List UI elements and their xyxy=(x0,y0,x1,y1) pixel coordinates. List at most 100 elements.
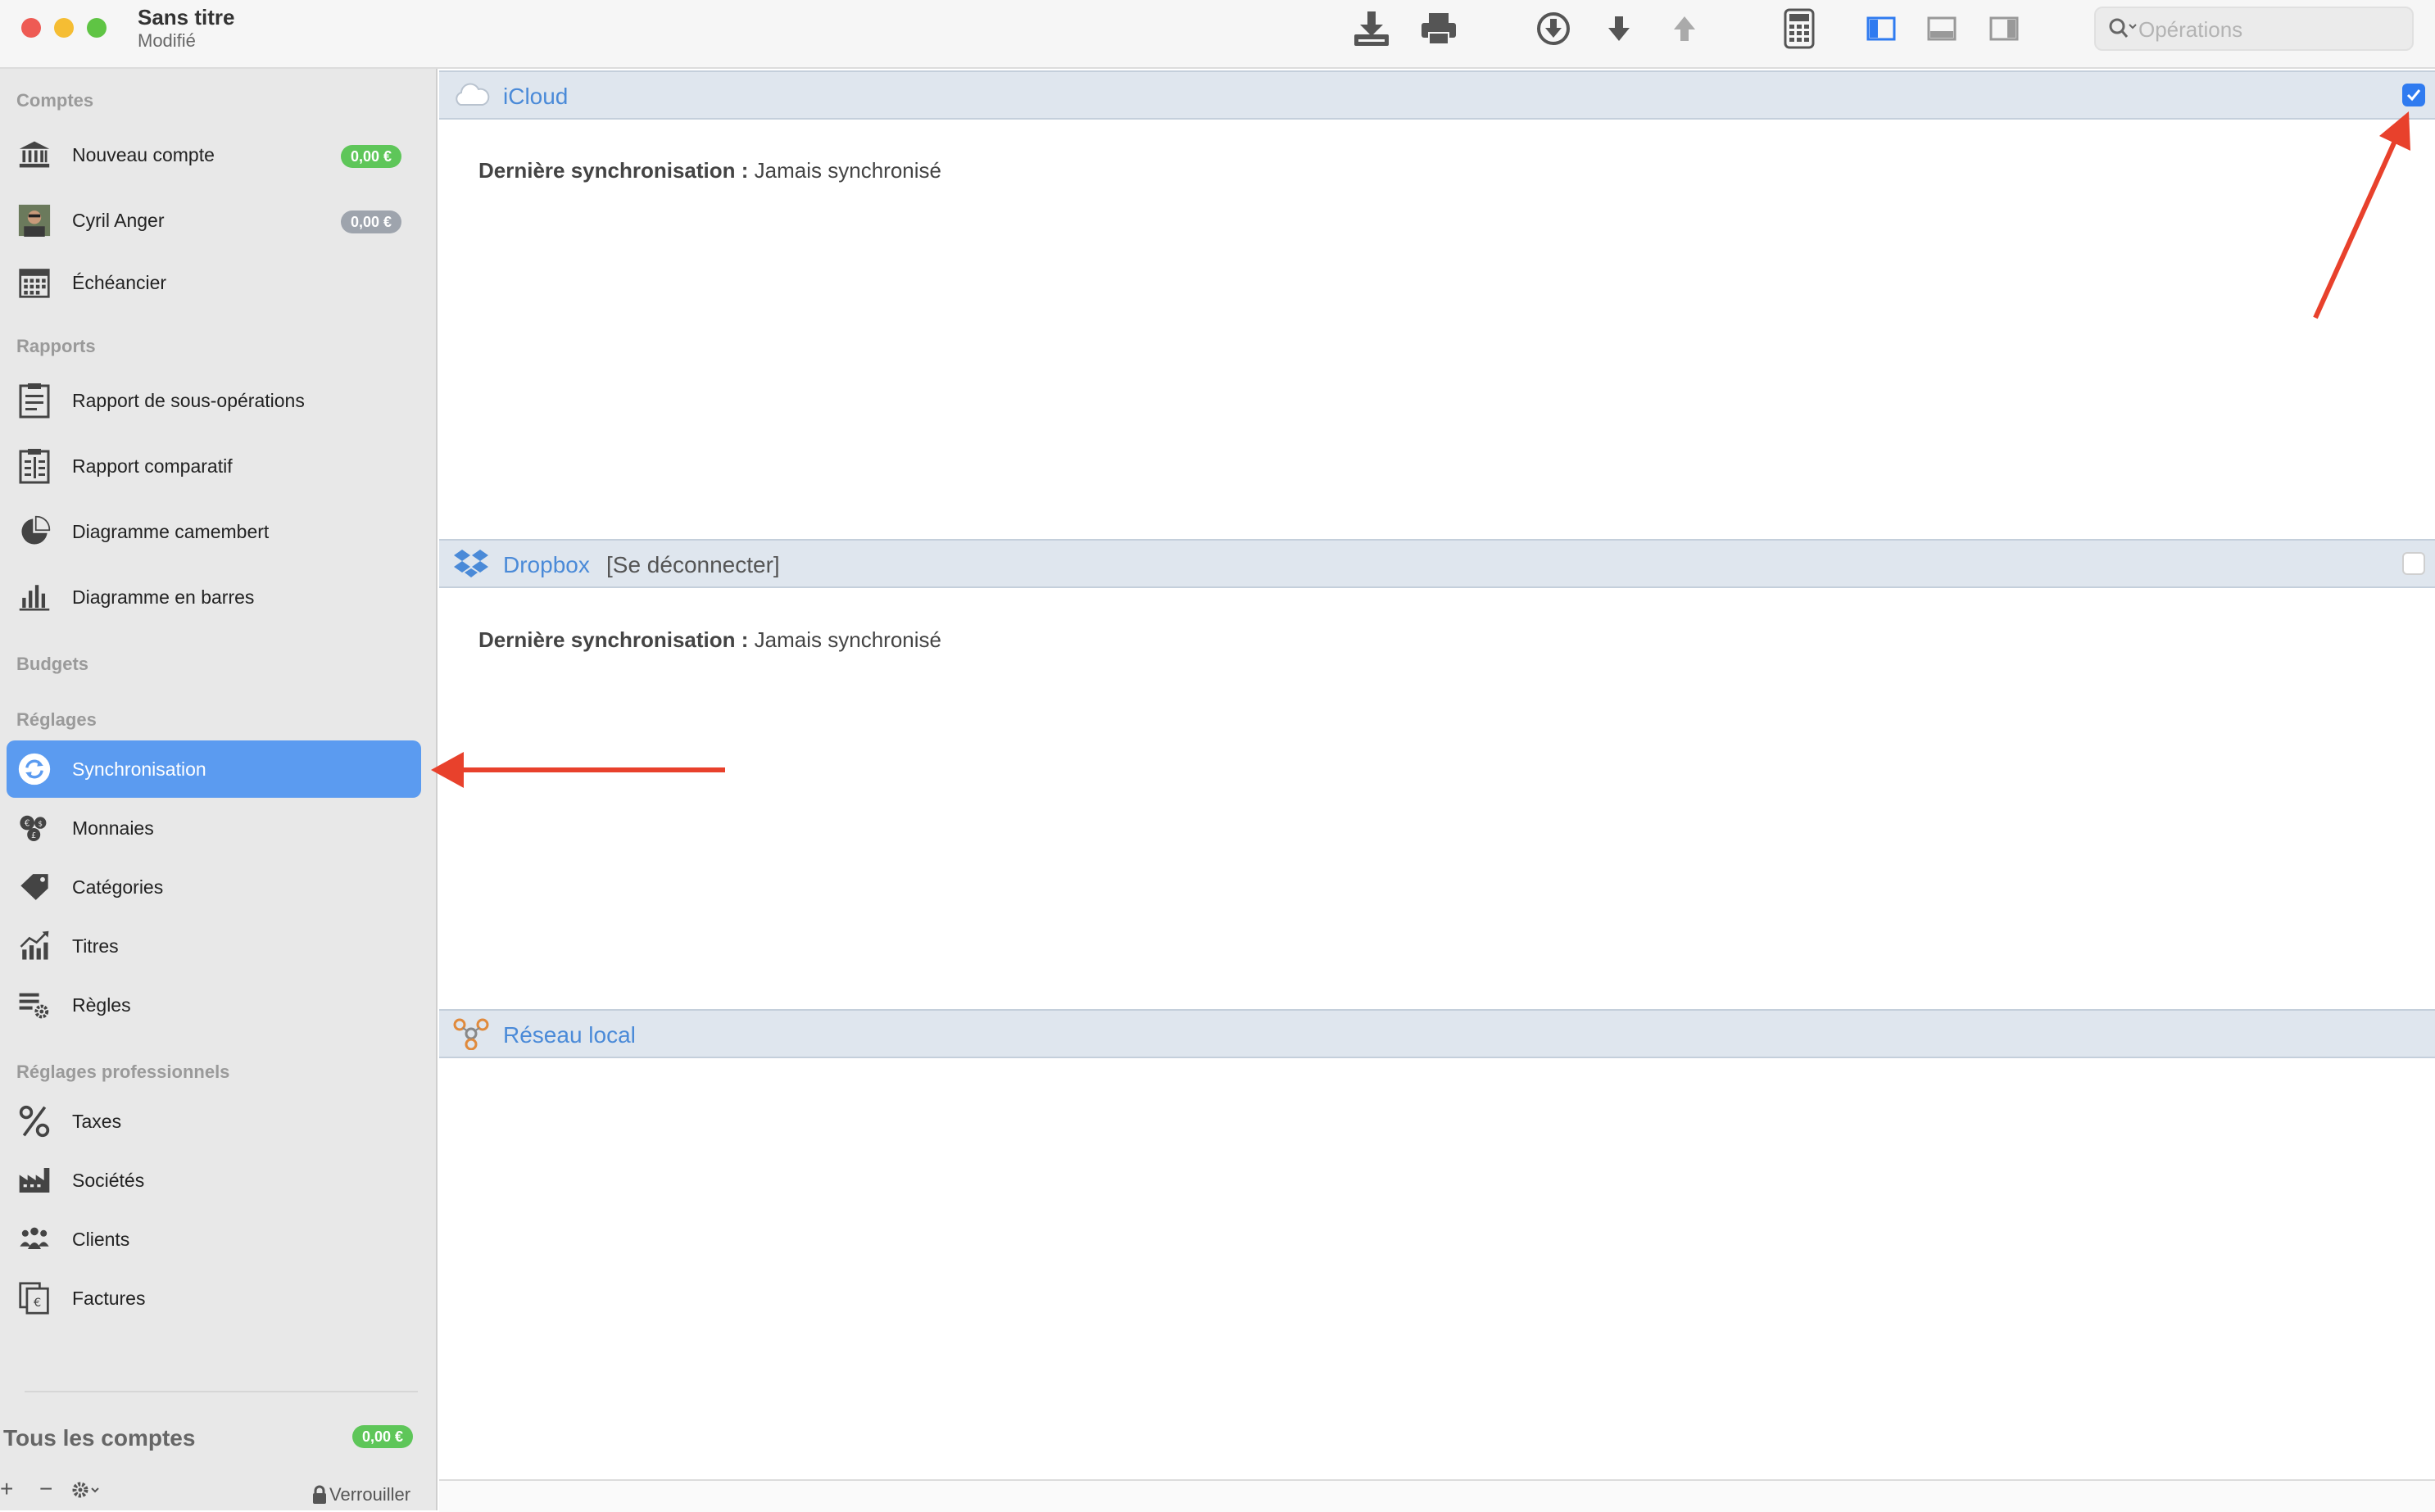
calendar-icon xyxy=(18,266,51,299)
arrow-up-icon xyxy=(1674,16,1695,41)
annotation-arrow-checkbox xyxy=(2313,111,2410,319)
lock-button[interactable]: Verrouiller xyxy=(311,1484,410,1505)
sidebar-item-label: Diagramme en barres xyxy=(72,586,255,608)
import-button[interactable] xyxy=(1350,10,1393,48)
comparative-report-icon xyxy=(18,449,51,484)
panel-header-reseau-local: Réseau local xyxy=(439,1009,2435,1058)
sidebar-item-clients[interactable]: Clients xyxy=(7,1211,421,1268)
pie-chart-icon xyxy=(18,515,51,548)
sidebar-item-cyril-anger[interactable]: Cyril Anger 0,00 € xyxy=(7,192,421,249)
section-title-reglages: Réglages xyxy=(16,709,97,730)
invoices-icon: € xyxy=(18,1282,51,1315)
gear-icon xyxy=(72,1482,99,1498)
dropbox-disconnect-link[interactable]: [Se déconnecter] xyxy=(606,552,780,578)
sidebar-item-factures[interactable]: € Factures xyxy=(7,1270,421,1327)
settings-menu-button[interactable] xyxy=(70,1479,103,1506)
panel-bottom-icon xyxy=(1927,16,1957,41)
all-accounts-badge: 0,00 € xyxy=(352,1425,414,1448)
balance-badge: 0,00 € xyxy=(340,145,401,168)
search-input[interactable] xyxy=(2137,13,2402,46)
sidebar-item-label: Synchronisation xyxy=(72,758,206,780)
bar-chart-icon xyxy=(18,581,51,613)
sidebar-item-label: Clients xyxy=(72,1228,130,1250)
panel-title: iCloud xyxy=(503,84,569,109)
sidebar-item-monnaies[interactable]: € $ £ Monnaies xyxy=(7,799,421,857)
close-window-button[interactable] xyxy=(21,18,41,38)
annotation-arrow-sidebar xyxy=(431,752,725,788)
dropbox-last-sync: Dernière synchronisation : Jamais synchr… xyxy=(478,627,941,653)
minimize-window-button[interactable] xyxy=(54,18,74,38)
toggle-bottom-panel-button[interactable] xyxy=(1920,10,1963,48)
svg-text:£: £ xyxy=(31,831,36,840)
dropbox-enable-checkbox[interactable] xyxy=(2402,552,2425,575)
svg-text:€: € xyxy=(25,819,30,829)
cloud-icon xyxy=(456,83,490,106)
sidebar-item-label: Cyril Anger xyxy=(72,209,165,231)
window-title: Sans titre xyxy=(138,5,235,29)
sidebar-item-label: Taxes xyxy=(72,1110,122,1132)
all-accounts-label[interactable]: Tous les comptes xyxy=(3,1425,195,1451)
stocks-icon xyxy=(18,930,51,962)
toggle-left-sidebar-button[interactable] xyxy=(1860,10,1902,48)
balance-badge: 0,00 € xyxy=(340,211,401,233)
panel-title: Dropbox xyxy=(503,552,590,577)
sidebar-item-label: Rapport de sous-opérations xyxy=(72,389,305,411)
section-title-budgets[interactable]: Budgets xyxy=(16,654,88,675)
sidebar-item-synchronisation[interactable]: Synchronisation xyxy=(7,740,421,798)
bottom-strip xyxy=(439,1479,2435,1512)
zoom-window-button[interactable] xyxy=(87,18,107,38)
svg-text:€: € xyxy=(34,1297,41,1310)
sidebar-item-label: Catégories xyxy=(72,876,164,898)
currencies-icon: € $ £ xyxy=(18,812,51,844)
add-button[interactable]: + xyxy=(0,1476,13,1502)
checkmark-icon xyxy=(2406,89,2421,102)
print-button[interactable] xyxy=(1417,10,1460,48)
section-title-rapports: Rapports xyxy=(16,336,96,356)
sidebar-divider xyxy=(25,1391,418,1392)
icloud-last-sync: Dernière synchronisation : Jamais synchr… xyxy=(478,158,941,183)
sidebar-item-diagramme-barres[interactable]: Diagramme en barres xyxy=(7,568,421,626)
calculator-button[interactable] xyxy=(1778,8,1821,49)
panel-title: Réseau local xyxy=(503,1022,636,1048)
panel-header-icloud: iCloud xyxy=(439,70,2435,120)
sidebar-item-rapport-sous-operations[interactable]: Rapport de sous-opérations xyxy=(7,372,421,429)
lock-icon xyxy=(313,1485,326,1504)
sidebar-item-label: Factures xyxy=(72,1287,146,1309)
search-icon xyxy=(2109,18,2137,38)
sidebar-item-label: Nouveau compte xyxy=(72,143,215,165)
last-sync-label: Dernière synchronisation : xyxy=(478,158,749,183)
remove-button[interactable]: − xyxy=(39,1476,52,1502)
section-title-reglages-pro: Réglages professionnels xyxy=(16,1062,230,1082)
icloud-enable-checkbox[interactable] xyxy=(2402,84,2425,106)
sidebar-item-taxes[interactable]: Taxes xyxy=(7,1093,421,1150)
arrow-up-button[interactable] xyxy=(1663,10,1706,48)
sidebar-item-nouveau-compte[interactable]: Nouveau compte 0,00 € xyxy=(7,126,421,183)
sidebar-item-label: Monnaies xyxy=(72,817,154,839)
sidebar-item-titres[interactable]: Titres xyxy=(7,917,421,975)
sidebar-item-label: Règles xyxy=(72,994,131,1016)
arrow-down-button[interactable] xyxy=(1598,10,1640,48)
download-circle-button[interactable] xyxy=(1532,10,1575,48)
rules-icon xyxy=(18,989,51,1021)
sidebar-item-societes[interactable]: Sociétés xyxy=(7,1152,421,1209)
toggle-right-sidebar-button[interactable] xyxy=(1983,10,2025,48)
sidebar-item-label: Diagramme camembert xyxy=(72,520,270,542)
sidebar-item-categories[interactable]: Catégories xyxy=(7,858,421,916)
sidebar-item-rapport-comparatif[interactable]: Rapport comparatif xyxy=(7,437,421,495)
sidebar-item-echeancier[interactable]: Échéancier xyxy=(7,254,421,311)
report-icon xyxy=(18,383,51,419)
sidebar-item-regles[interactable]: Règles xyxy=(7,976,421,1034)
last-sync-value: Jamais synchronisé xyxy=(754,158,941,183)
panel-header-dropbox: Dropbox [Se déconnecter] xyxy=(439,539,2435,588)
avatar xyxy=(18,204,51,237)
percent-icon xyxy=(18,1105,51,1138)
arrow-down-icon xyxy=(1608,16,1630,41)
svg-text:$: $ xyxy=(38,821,43,829)
sidebar-left-icon xyxy=(1866,16,1896,41)
network-icon xyxy=(453,1018,489,1050)
print-icon xyxy=(1422,13,1456,45)
sidebar-item-diagramme-camembert[interactable]: Diagramme camembert xyxy=(7,503,421,560)
search-field[interactable] xyxy=(2094,7,2414,51)
sidebar-item-label: Rapport comparatif xyxy=(72,455,233,477)
sidebar-item-label: Échéancier xyxy=(72,271,167,293)
